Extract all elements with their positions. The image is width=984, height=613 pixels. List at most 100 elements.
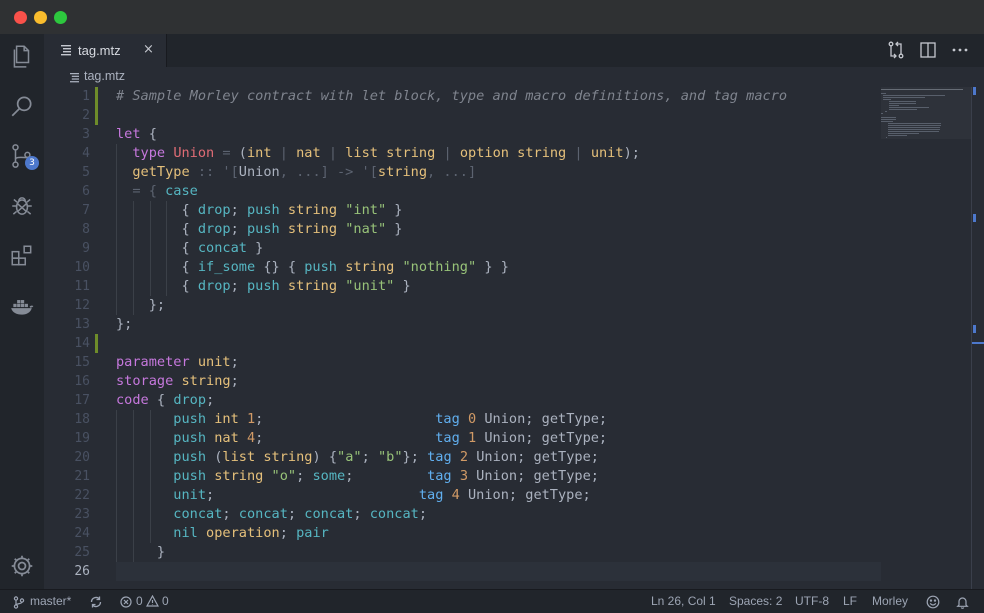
code-token: string — [214, 468, 264, 484]
breadcrumb-file[interactable]: tag.mtz — [84, 69, 125, 83]
code-line[interactable]: }; — [116, 296, 165, 315]
code-line[interactable]: let { — [116, 125, 157, 144]
code-token: ; — [361, 449, 378, 465]
error-icon[interactable] — [120, 596, 132, 608]
code-line[interactable]: unit; tag 4 Union; getType; — [116, 486, 590, 505]
code-token: code — [116, 392, 149, 408]
code-token: push — [173, 468, 207, 484]
code-token: ; — [230, 221, 247, 237]
code-line[interactable]: getType :: '[Union, ...] -> '[string, ..… — [116, 163, 476, 182]
code-token: ; — [230, 373, 239, 389]
tab-tag-mtz[interactable]: tag.mtz × — [44, 34, 167, 67]
code-token: storage — [116, 373, 174, 389]
code-line[interactable]: { concat } — [116, 239, 263, 258]
code-line[interactable]: push int 1; tag 0 Union; getType; — [116, 410, 607, 429]
code-token: } — [246, 240, 264, 256]
language-mode[interactable]: Morley — [872, 594, 908, 608]
debug-icon[interactable] — [9, 193, 35, 219]
warning-count[interactable]: 0 — [162, 594, 169, 608]
more-actions-icon[interactable] — [950, 40, 970, 60]
code-token: "o" — [271, 468, 297, 484]
code-token: push — [173, 411, 207, 427]
code-token: 4 — [451, 487, 460, 503]
code-token: ; — [279, 525, 297, 541]
code-line[interactable]: push (list string) {"a"; "b"}; tag 2 Uni… — [116, 448, 599, 467]
gear-icon[interactable] — [9, 553, 35, 579]
code-token: ; — [296, 468, 313, 484]
code-line[interactable]: push string "o"; some; tag 3 Union; getT… — [116, 467, 599, 486]
code-token: string — [287, 202, 338, 218]
extensions-icon[interactable] — [9, 243, 35, 269]
code-token: 1 — [246, 411, 256, 427]
code-line[interactable]: code { drop; — [116, 391, 214, 410]
line-number: 22 — [74, 488, 90, 503]
minimap-line — [888, 125, 941, 126]
vertical-scrollbar[interactable] — [971, 87, 984, 589]
code-token: = { — [116, 183, 166, 199]
split-editor-icon[interactable] — [918, 40, 938, 60]
encoding[interactable]: UTF-8 — [795, 594, 829, 608]
status-bar: master* 0 0 Ln 26, Col 1 Spaces: 2 UTF-8… — [0, 589, 984, 613]
feedback-icon[interactable] — [926, 595, 940, 609]
code-line[interactable]: { if_some {} { push string "nothing" } } — [116, 258, 508, 277]
bell-icon[interactable] — [956, 595, 969, 609]
code-token: { — [116, 259, 198, 275]
code-line[interactable]: { drop; push string "nat" } — [116, 220, 402, 239]
indentation[interactable]: Spaces: 2 — [729, 594, 782, 608]
minimap[interactable] — [881, 87, 971, 589]
code-line[interactable]: { drop; push string "unit" } — [116, 277, 411, 296]
code-token: 4 — [246, 430, 256, 446]
line-number: 13 — [74, 317, 90, 332]
close-tab-icon[interactable]: × — [143, 42, 154, 57]
docker-icon[interactable] — [9, 293, 35, 319]
git-branch[interactable]: master* — [30, 594, 71, 608]
code-line[interactable]: = { case — [116, 182, 198, 201]
code-token: concat — [238, 506, 288, 522]
sync-icon[interactable] — [89, 595, 103, 609]
code-line[interactable]: }; — [116, 315, 132, 334]
code-line[interactable]: storage string; — [116, 372, 239, 391]
end-of-line[interactable]: LF — [843, 594, 857, 608]
code-token: | — [435, 145, 460, 161]
error-count[interactable]: 0 — [136, 594, 143, 608]
compare-changes-icon[interactable] — [886, 40, 906, 60]
code-token: nat — [214, 430, 239, 446]
code-token: 2 — [459, 449, 469, 465]
cursor-position[interactable]: Ln 26, Col 1 — [651, 594, 716, 608]
code-token: getType — [132, 164, 190, 180]
code-line[interactable]: nil operation; pair — [116, 524, 329, 543]
code-token: ; — [206, 487, 419, 503]
line-number: 5 — [82, 165, 90, 180]
code-line[interactable]: { drop; push string "int" } — [116, 201, 402, 220]
code-token: ( — [206, 449, 223, 465]
code-line[interactable]: concat; concat; concat; concat; — [116, 505, 427, 524]
code-token: ; — [230, 278, 247, 294]
code-token: ); — [623, 145, 640, 161]
code-token: if_some — [197, 259, 256, 275]
search-icon[interactable] — [9, 93, 35, 119]
code-line[interactable]: # Sample Morley contract with let block,… — [116, 87, 787, 106]
code-line[interactable]: push nat 4; tag 1 Union; getType; — [116, 429, 607, 448]
files-icon[interactable] — [9, 43, 35, 69]
warning-icon[interactable] — [146, 595, 159, 607]
code-token: string — [181, 373, 231, 389]
code-line[interactable]: type Union = (int | nat | list string | … — [116, 144, 640, 163]
code-token: } — [394, 278, 411, 294]
maximize-window-button[interactable] — [54, 11, 67, 24]
close-window-button[interactable] — [14, 11, 27, 24]
code-line[interactable]: parameter unit; — [116, 353, 239, 372]
code-token: 0 — [467, 411, 477, 427]
code-token: Union — [238, 164, 280, 180]
code-token: {} { — [255, 259, 305, 275]
minimize-window-button[interactable] — [34, 11, 47, 24]
code-line[interactable]: } — [116, 543, 165, 562]
